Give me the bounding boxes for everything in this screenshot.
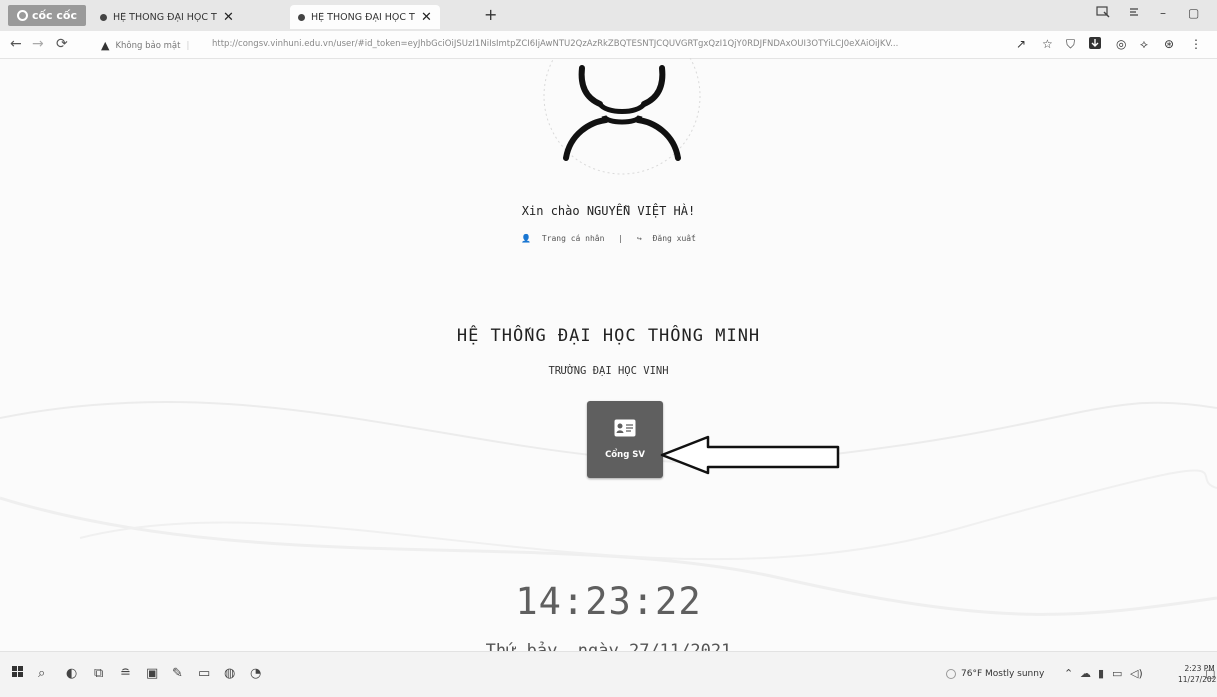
page-content: Xin chào NGUYỄN VIỆT HÀ! 👤 Trang cá nhân… xyxy=(0,58,1217,651)
browser-tab-strip: cốc cốc HỆ THỐNG ĐẠI HỌC THÔN ✕ HỆ THỐNG… xyxy=(0,0,1217,32)
menu-icon[interactable] xyxy=(1128,6,1140,21)
windows-taskbar: ⌕ ◐ ⧉ ≘ ▣ ✎ ▭ ◍ ◔ 76°F Mostly sunny ⌃ ☁ … xyxy=(0,651,1217,697)
forward-arrow-icon[interactable]: → xyxy=(32,36,44,52)
weather-text: 76°F Mostly sunny xyxy=(961,669,1045,679)
adblock-icon[interactable]: ◎ xyxy=(1116,37,1126,51)
avatar xyxy=(542,58,702,188)
logout-link-label: Đăng xuất xyxy=(652,234,696,243)
digital-clock: 14:23:22 xyxy=(515,580,702,623)
tab-close-icon[interactable]: ✕ xyxy=(223,10,234,25)
link-separator: | xyxy=(618,234,624,243)
shield-icon[interactable]: ⛉ xyxy=(1066,37,1075,52)
tile-label: Cổng SV xyxy=(605,450,645,460)
weather-widget[interactable]: 76°F Mostly sunny xyxy=(946,669,1044,679)
greeting-text: Xin chào NGUYỄN VIỆT HÀ! xyxy=(521,204,696,218)
tab-title: HỆ THỐNG ĐẠI HỌC THÔN xyxy=(311,11,415,23)
sun-icon xyxy=(946,669,956,679)
reload-icon[interactable]: ⟳ xyxy=(56,36,68,52)
back-arrow-icon[interactable]: ← xyxy=(10,36,22,52)
store-icon[interactable]: ▣ xyxy=(146,666,158,681)
tab-close-icon[interactable]: ✕ xyxy=(421,10,432,25)
share-icon[interactable]: ↗ xyxy=(1016,37,1026,51)
app-icon[interactable]: ◍ xyxy=(224,666,235,681)
coccoc-logo[interactable]: cốc cốc xyxy=(8,5,86,26)
window-icon[interactable]: ▭ xyxy=(198,666,210,681)
cloud-icon[interactable]: ☁ xyxy=(1080,667,1091,680)
coccoc-taskbar-icon[interactable]: ◔ xyxy=(250,666,261,681)
university-name: TRƯỜNG ĐẠI HỌC VINH xyxy=(548,365,669,377)
wifi-app-icon[interactable]: ≘ xyxy=(120,666,131,681)
coccoc-extension-icon[interactable] xyxy=(1096,6,1110,21)
browser-name: cốc cốc xyxy=(31,9,78,22)
new-tab-button[interactable]: + xyxy=(484,5,497,24)
tab-favicon-icon xyxy=(100,13,107,21)
browser-tab-2[interactable]: HỆ THỐNG ĐẠI HỌC THÔN ✕ xyxy=(290,5,440,29)
edge-icon[interactable]: ◐ xyxy=(66,666,77,681)
volume-icon[interactable]: ◁) xyxy=(1130,667,1143,680)
tab-favicon-icon xyxy=(298,13,305,21)
windows-start-icon[interactable] xyxy=(12,666,24,682)
profile-icon[interactable]: ⊛ xyxy=(1164,37,1174,51)
battery-icon[interactable]: ▮ xyxy=(1098,667,1104,680)
maximize-button[interactable]: ▢ xyxy=(1188,6,1199,20)
student-portal-tile[interactable]: Cổng SV xyxy=(587,401,663,478)
coccoc-logo-icon xyxy=(16,10,28,21)
address-bar-url[interactable]: http://congsv.vinhuni.edu.vn/user/#id_to… xyxy=(212,39,1012,49)
id-card-icon xyxy=(614,419,636,441)
user-links: 👤 Trang cá nhân | ↪ Đăng xuất xyxy=(0,234,1217,243)
notification-icon[interactable]: ▢ xyxy=(1205,667,1215,680)
address-separator: | xyxy=(186,40,190,51)
profile-link[interactable]: 👤 Trang cá nhân xyxy=(518,234,607,243)
search-icon[interactable]: ⌕ xyxy=(38,666,45,681)
extension-icon[interactable]: ⟡ xyxy=(1140,37,1148,52)
sign-out-icon: ↪ xyxy=(636,234,642,243)
tray-chevron-icon[interactable]: ⌃ xyxy=(1064,667,1073,680)
security-indicator[interactable]: ▲ Không bảo mật | xyxy=(101,39,189,52)
pen-icon[interactable]: ✎ xyxy=(172,666,183,681)
more-menu-icon[interactable]: ⋮ xyxy=(1190,37,1202,51)
download-icon[interactable] xyxy=(1089,37,1101,52)
system-title: HỆ THỐNG ĐẠI HỌC THÔNG MINH xyxy=(456,326,761,346)
profile-link-label: Trang cá nhân xyxy=(541,234,605,243)
user-icon: 👤 xyxy=(521,234,531,243)
bookmark-star-icon[interactable]: ☆ xyxy=(1042,37,1053,51)
logout-link[interactable]: ↪ Đăng xuất xyxy=(634,234,699,243)
browser-tab-1[interactable]: HỆ THỐNG ĐẠI HỌC THÔN ✕ xyxy=(92,5,242,29)
browser-toolbar: ← → ⟳ ▲ Không bảo mật | http://congsv.vi… xyxy=(0,31,1217,59)
security-label: Không bảo mật xyxy=(115,40,181,51)
pointer-arrow-annotation xyxy=(660,435,840,475)
minimize-button[interactable]: – xyxy=(1160,6,1166,20)
warning-triangle-icon: ▲ xyxy=(101,39,110,52)
current-date: Thứ bảy, ngày 27/11/2021 xyxy=(485,641,732,651)
task-view-icon[interactable]: ⧉ xyxy=(94,666,103,681)
network-icon[interactable]: ▭ xyxy=(1112,667,1122,680)
tab-title: HỆ THỐNG ĐẠI HỌC THÔN xyxy=(113,11,217,23)
